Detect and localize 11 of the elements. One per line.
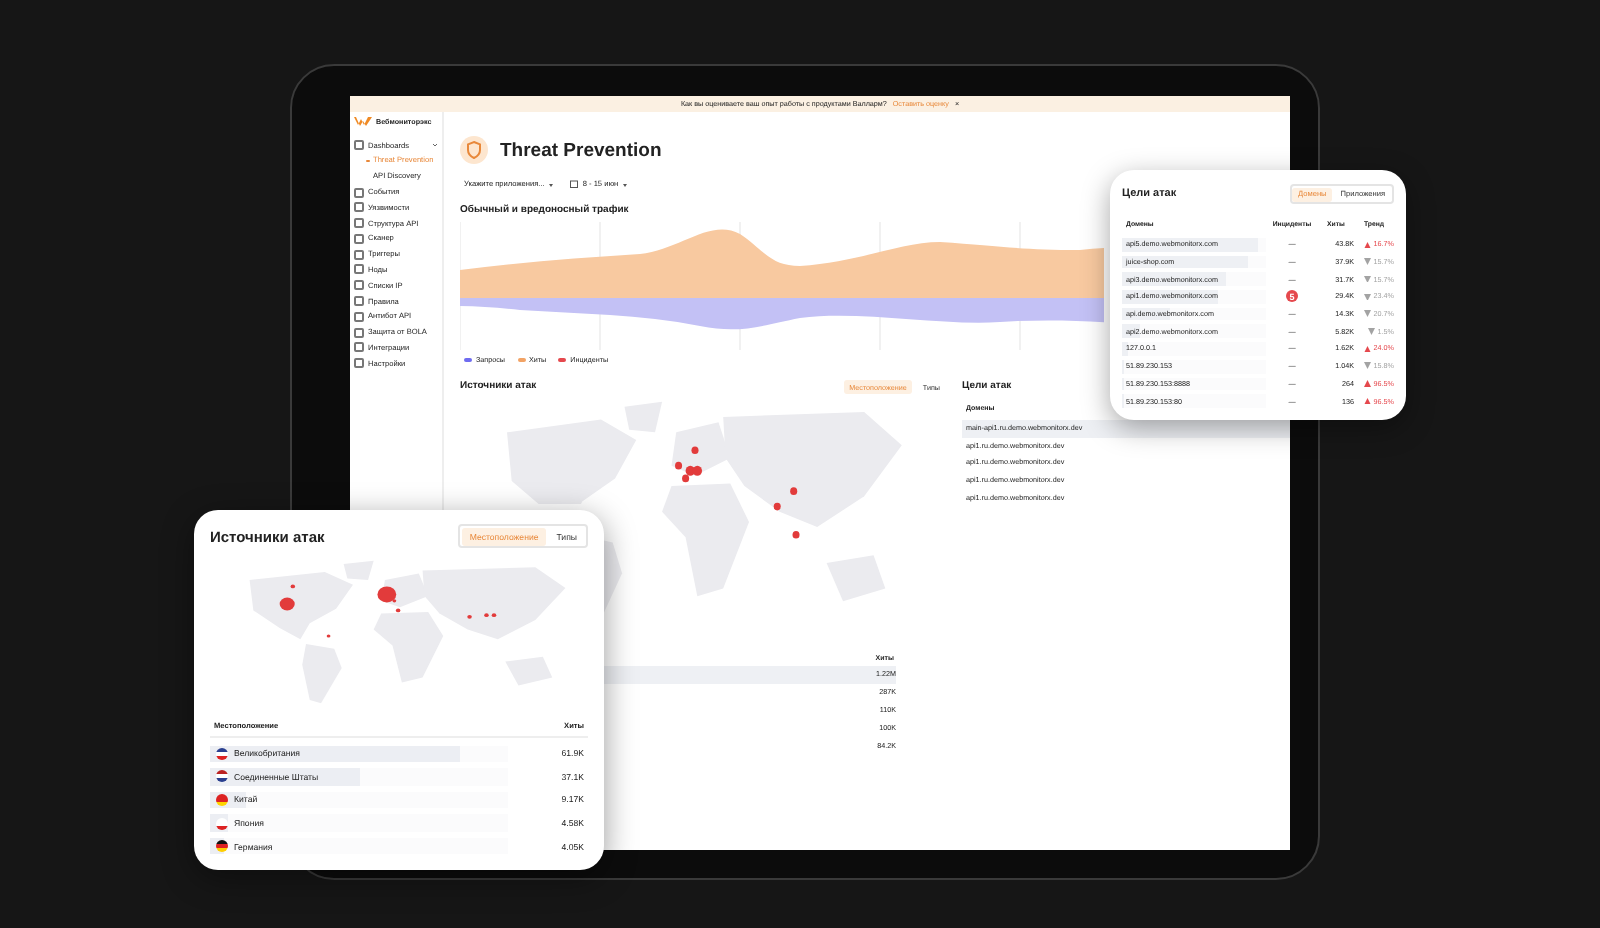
flag-icon xyxy=(216,793,228,806)
caret-icon xyxy=(622,181,629,187)
calendar-icon xyxy=(570,180,579,188)
page-title: Threat Prevention xyxy=(500,139,662,161)
shield-icon xyxy=(460,136,488,164)
flag-icon xyxy=(216,770,228,783)
caret-icon xyxy=(548,181,555,187)
menu-item-icon xyxy=(354,140,364,151)
flag-icon xyxy=(216,840,228,853)
flag-icon xyxy=(216,747,228,760)
logo-icon xyxy=(354,116,372,126)
